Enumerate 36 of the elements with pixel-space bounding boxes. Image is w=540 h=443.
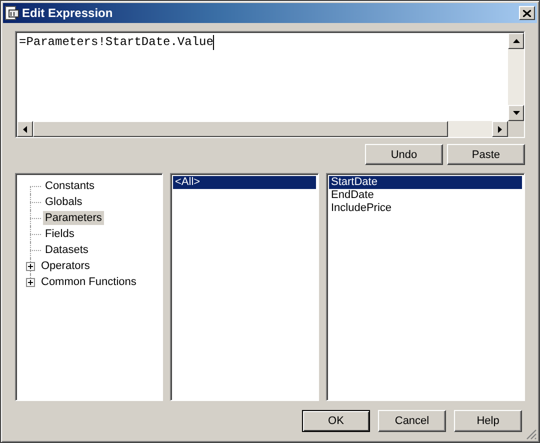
list-item[interactable]: IncludePrice <box>329 202 522 215</box>
scrollbar-corner <box>508 121 524 137</box>
vertical-scrollbar[interactable] <box>508 33 524 121</box>
scroll-right-button[interactable] <box>492 121 508 137</box>
text-cursor <box>213 35 214 50</box>
list-item[interactable]: EndDate <box>329 189 522 202</box>
close-button[interactable] <box>519 6 535 20</box>
tree-item[interactable]: Common Functions <box>39 275 138 289</box>
paste-button[interactable]: Paste <box>447 144 525 165</box>
scroll-left-button[interactable] <box>17 121 33 137</box>
tree-item[interactable]: Globals <box>43 195 84 209</box>
resize-grip-icon[interactable] <box>526 429 537 440</box>
tree-item[interactable]: Datasets <box>43 243 90 257</box>
down-arrow-icon <box>512 111 520 115</box>
scroll-up-button[interactable] <box>508 33 524 49</box>
expand-icon[interactable] <box>26 278 35 286</box>
list-item[interactable]: StartDate <box>329 176 522 189</box>
expand-icon[interactable] <box>26 262 35 270</box>
window-title: Edit Expression <box>22 6 114 20</box>
scroll-down-button[interactable] <box>508 105 524 121</box>
tree-item[interactable]: Constants <box>43 179 97 193</box>
tree-item[interactable]: Parameters <box>43 211 104 225</box>
undo-button[interactable]: Undo <box>365 144 443 165</box>
tree-item[interactable]: Operators <box>39 259 92 273</box>
scroll-thumb[interactable] <box>33 121 448 137</box>
horizontal-scrollbar[interactable] <box>17 121 508 137</box>
right-arrow-icon <box>498 126 502 132</box>
help-button[interactable]: Help <box>454 410 522 432</box>
up-arrow-icon <box>512 39 520 43</box>
list-item[interactable]: <All> <box>173 176 316 189</box>
cancel-button[interactable]: Cancel <box>378 410 446 432</box>
close-icon <box>523 10 531 16</box>
window-icon <box>5 6 19 20</box>
tree-item[interactable]: Fields <box>43 227 76 241</box>
ok-button[interactable]: OK <box>302 410 370 432</box>
left-arrow-icon <box>23 126 27 132</box>
